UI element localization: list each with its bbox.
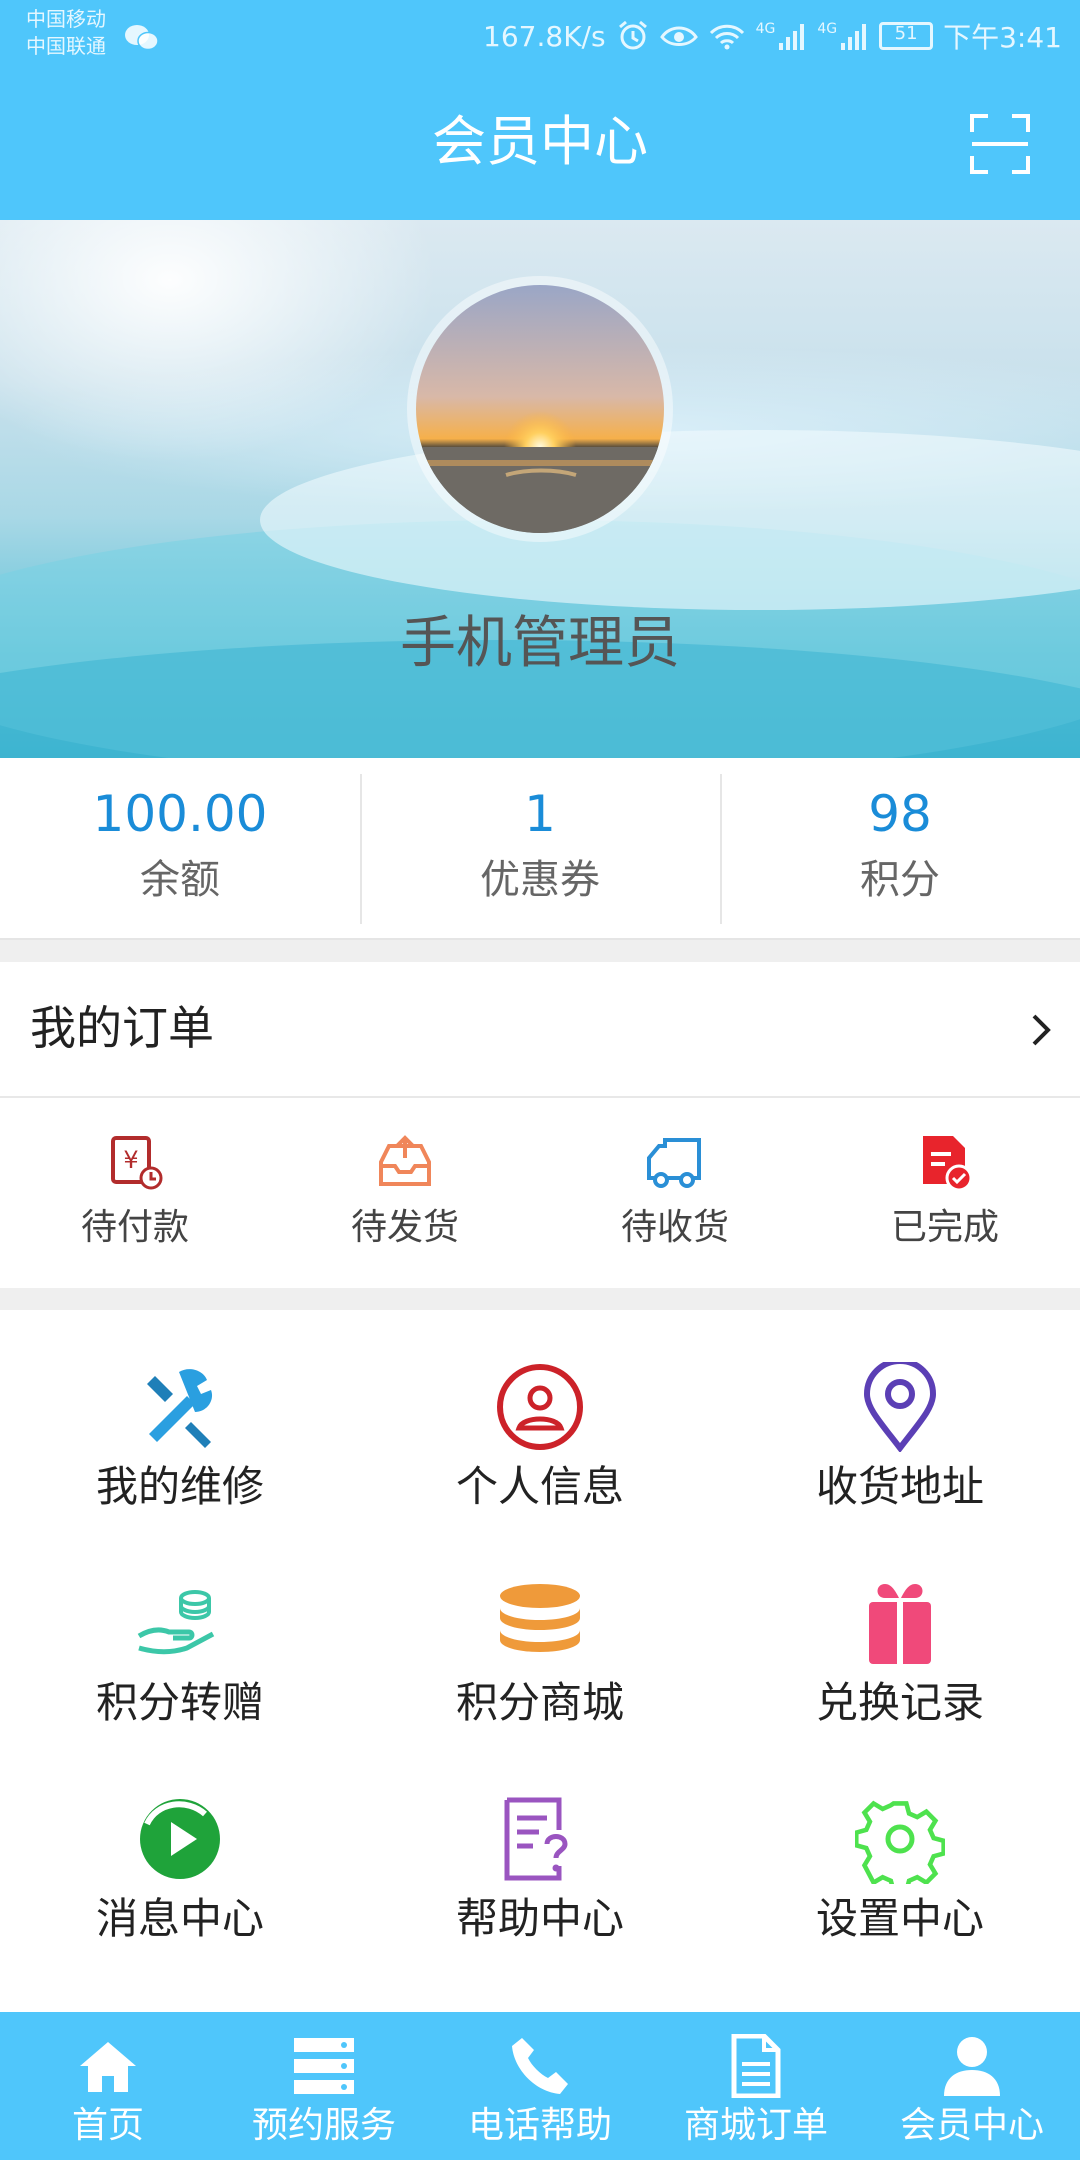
location-pin-icon [863, 1362, 937, 1452]
menu-label: 积分转赠 [95, 1678, 264, 1727]
tab-label: 首页 [71, 2105, 144, 2146]
tab-label: 电话帮助 [467, 2105, 612, 2146]
coin-stack-icon [500, 1584, 580, 1652]
tab-member-center[interactable]: 会员中心 [864, 2012, 1080, 2160]
order-pending-payment[interactable]: ¥ 待付款 [0, 1100, 270, 1288]
menu-label: 消息中心 [95, 1894, 264, 1943]
tab-label: 商城订单 [683, 2105, 828, 2146]
stat-label: 积分 [860, 857, 940, 903]
network-speed: 167.8K/s [483, 19, 606, 53]
server-list-icon [294, 2038, 354, 2094]
battery-icon: 51 [879, 22, 934, 50]
signal-1: 4G [756, 21, 808, 51]
feature-grid: 我的维修 个人信息 收货地址 积分转赠 积分商城 兑换记录 消息中心 帮助中心 … [0, 1310, 1080, 2012]
menu-shipping-address[interactable]: 收货地址 [720, 1362, 1080, 1579]
stat-coupons[interactable]: 1 优惠券 [360, 758, 720, 938]
page-title: 会员中心 [432, 110, 648, 173]
stat-value: 1 [524, 785, 556, 843]
stat-points[interactable]: 98 积分 [720, 758, 1080, 938]
tab-appointment[interactable]: 预约服务 [216, 2012, 432, 2160]
completed-icon [923, 1136, 973, 1192]
wechat-icon [125, 25, 159, 51]
pending-payment-icon: ¥ [111, 1136, 163, 1190]
menu-label: 我的维修 [95, 1462, 264, 1511]
menu-help-center[interactable]: 帮助中心 [360, 1794, 720, 2011]
menu-message-center[interactable]: 消息中心 [0, 1794, 360, 2011]
document-icon [731, 2034, 781, 2098]
home-icon [80, 2042, 136, 2092]
network-type-1: 4G [755, 21, 776, 37]
tab-phone-help[interactable]: 电话帮助 [432, 2012, 648, 2160]
section-divider [0, 940, 1080, 962]
carrier-1: 中国移动 [26, 7, 106, 31]
signal-2: 4G [817, 21, 869, 51]
stat-value: 98 [868, 785, 932, 843]
truck-icon [647, 1138, 701, 1188]
phone-icon [512, 2038, 568, 2094]
menu-label: 帮助中心 [455, 1894, 624, 1943]
person-icon [944, 2037, 1000, 2096]
chevron-right-icon [1032, 1014, 1051, 1046]
menu-label: 收货地址 [815, 1462, 984, 1511]
order-label: 待发货 [350, 1207, 459, 1248]
title-bar: 会员中心 [0, 70, 1080, 220]
stat-label: 优惠券 [480, 857, 600, 903]
hand-coins-icon [137, 1590, 215, 1655]
section-divider [0, 1288, 1080, 1310]
status-indicators: 167.8K/s 4G 4G 51 下午3:41 [483, 14, 1062, 58]
stat-label: 余额 [140, 857, 220, 903]
carrier-2: 中国联通 [26, 34, 106, 58]
menu-personal-info[interactable]: 个人信息 [360, 1362, 720, 1579]
menu-label: 积分商城 [455, 1678, 624, 1727]
gift-icon [869, 1584, 931, 1664]
account-stats: 100.00 余额 1 优惠券 98 积分 [0, 758, 1080, 940]
orders-title: 我的订单 [30, 1001, 214, 1055]
gear-icon [855, 1800, 945, 1884]
network-type-2: 4G [817, 21, 838, 37]
menu-points-mall[interactable]: 积分商城 [360, 1578, 720, 1795]
menu-settings-center[interactable]: 设置中心 [720, 1794, 1080, 2011]
username: 手机管理员 [400, 611, 680, 676]
user-circle-icon [497, 1364, 583, 1450]
menu-label: 个人信息 [455, 1462, 624, 1511]
help-doc-icon [504, 1797, 568, 1881]
order-label: 待付款 [80, 1207, 189, 1248]
order-pending-receipt[interactable]: 待收货 [540, 1100, 810, 1288]
tab-home[interactable]: 首页 [0, 2012, 216, 2160]
order-label: 已完成 [890, 1207, 999, 1248]
profile-banner: 手机管理员 [0, 220, 1080, 758]
alarm-icon [618, 20, 647, 50]
scan-icon[interactable] [968, 112, 1032, 176]
tab-mall-orders[interactable]: 商城订单 [648, 2012, 864, 2160]
play-circle-icon [140, 1799, 220, 1879]
order-completed[interactable]: 已完成 [810, 1100, 1080, 1288]
pending-shipment-icon [379, 1135, 431, 1186]
status-bar: 中国移动 中国联通 167.8K/s 4G 4G 51 下午3:41 [0, 0, 1080, 70]
menu-label: 兑换记录 [815, 1678, 984, 1727]
eye-comfort-icon [659, 26, 698, 46]
menu-label: 设置中心 [815, 1894, 984, 1943]
svg-text:¥: ¥ [123, 1146, 138, 1174]
my-orders-header[interactable]: 我的订单 [0, 962, 1080, 1098]
menu-points-transfer[interactable]: 积分转赠 [0, 1578, 360, 1795]
signal-bars-icon [779, 24, 805, 50]
tab-label: 会员中心 [899, 2105, 1044, 2146]
order-pending-shipment[interactable]: 待发货 [270, 1100, 540, 1288]
bottom-tab-bar: 首页 预约服务 电话帮助 商城订单 会员中心 [0, 2012, 1080, 2160]
wifi-icon [709, 24, 744, 50]
battery-level: 51 [894, 23, 918, 44]
tools-icon [147, 1369, 213, 1448]
clock: 下午3:41 [943, 21, 1062, 54]
menu-my-repairs[interactable]: 我的维修 [0, 1362, 360, 1579]
avatar[interactable] [416, 285, 664, 533]
avatar-sunset-image [416, 285, 664, 533]
menu-exchange-records[interactable]: 兑换记录 [720, 1578, 1080, 1795]
stat-value: 100.00 [92, 785, 268, 843]
signal-bars-icon [841, 24, 867, 50]
stat-balance[interactable]: 100.00 余额 [0, 758, 360, 938]
order-status-row: ¥ 待付款 待发货 待收货 已完成 [0, 1100, 1080, 1288]
tab-label: 预约服务 [251, 2105, 396, 2146]
carrier-names: 中国移动 中国联通 [26, 6, 106, 60]
order-label: 待收货 [620, 1207, 729, 1248]
